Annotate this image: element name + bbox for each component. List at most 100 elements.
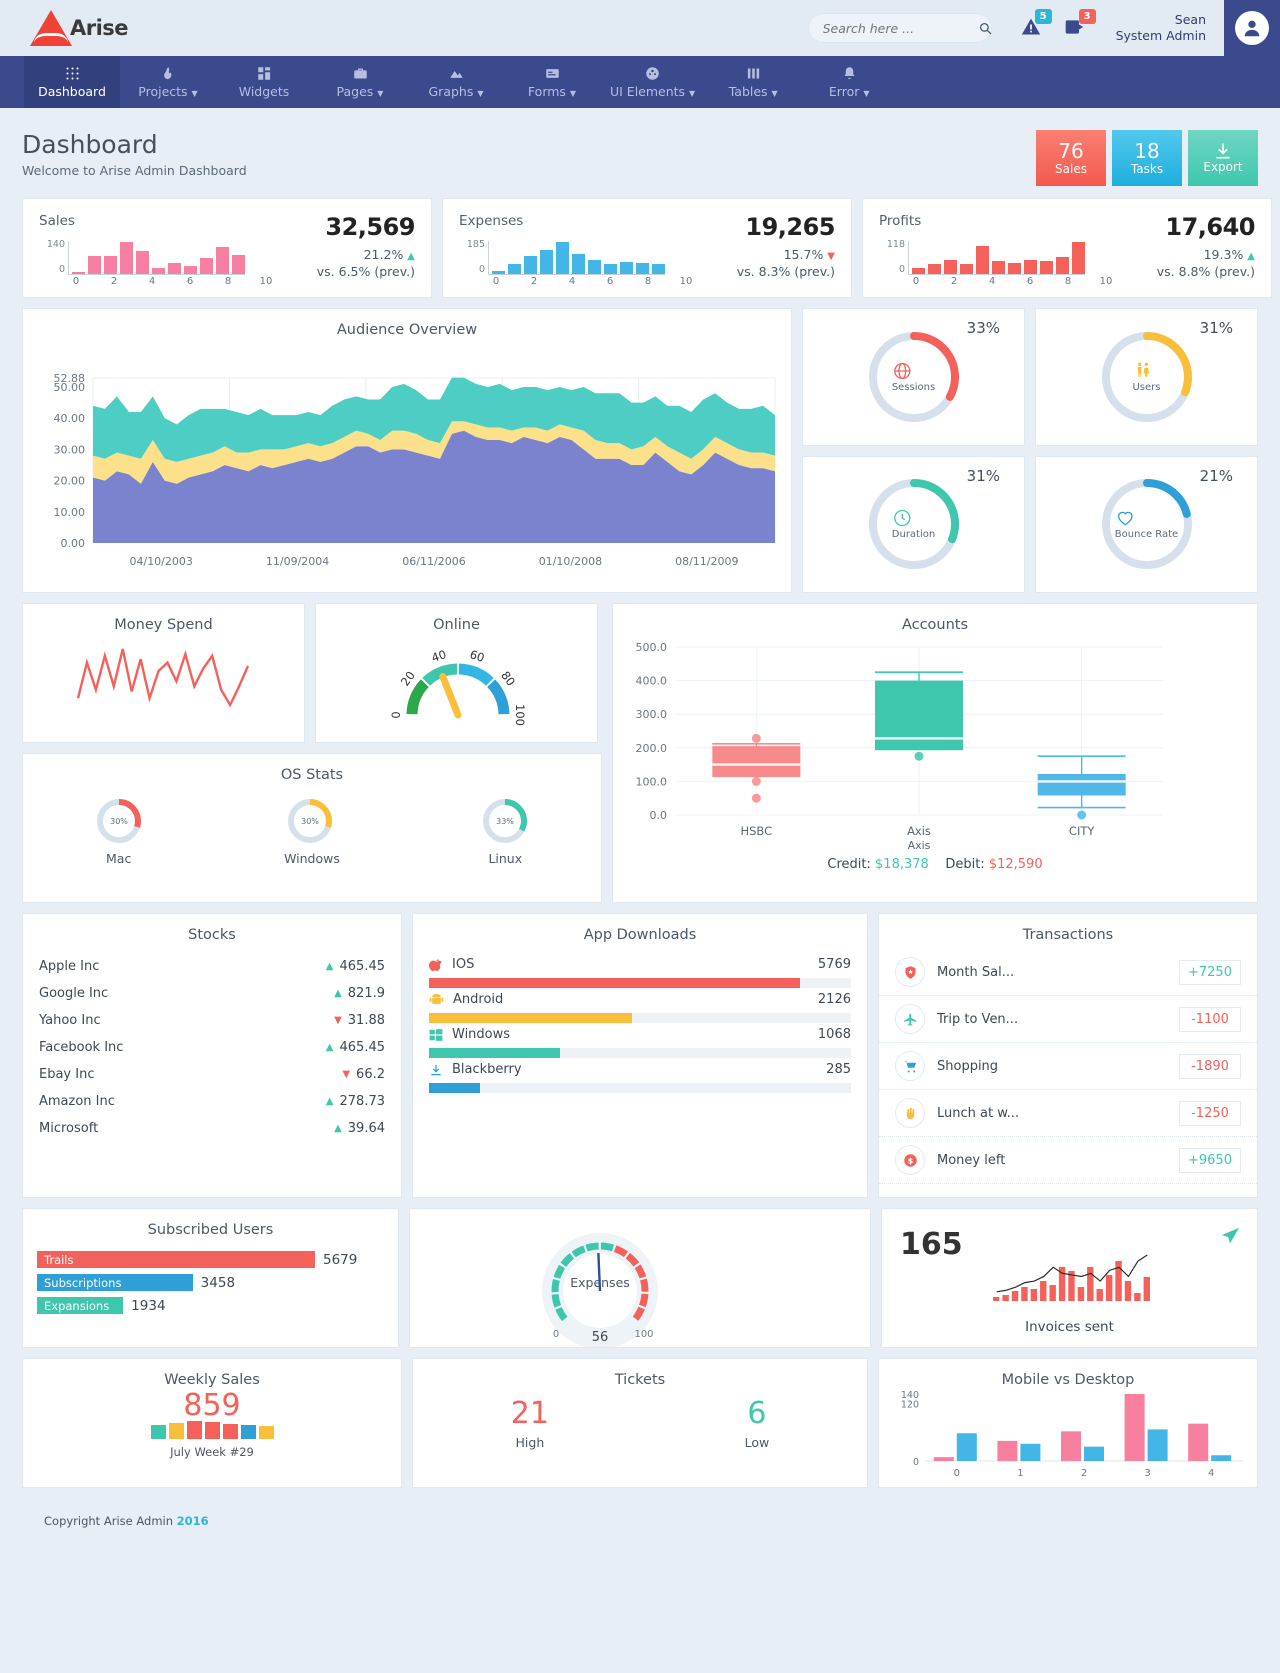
app-name: IOS xyxy=(452,957,475,972)
transaction-row: Shopping -1890 xyxy=(879,1043,1257,1090)
kpi-card-expenses: Expenses 185 0 0 2 4 6 8 10 19,265 15.7% ▼ vs. 8.3%… xyxy=(442,198,852,298)
kpi-x-axis: 0 2 4 6 8 10 xyxy=(72,276,273,287)
nav-item-dashboard[interactable]: Dashboard xyxy=(24,56,120,108)
donut-label: Sessions xyxy=(891,381,936,393)
send-icon[interactable] xyxy=(1219,1225,1241,1247)
svg-text:11/09/2004: 11/09/2004 xyxy=(266,555,329,568)
svg-text:$: $ xyxy=(907,1155,913,1165)
weekly-sales-value: 859 xyxy=(183,1388,241,1423)
search-input[interactable] xyxy=(820,19,979,37)
nav-item-projects[interactable]: Projects ▼ xyxy=(120,56,216,108)
page-title: Dashboard xyxy=(22,130,158,159)
stock-row: Facebook Inc ▲ 465.45 xyxy=(23,1034,401,1061)
nav-item-widgets[interactable]: Widgets xyxy=(216,56,312,108)
nav-item-forms[interactable]: Forms ▼ xyxy=(504,56,600,108)
nav-item-label: Dashboard xyxy=(38,83,106,99)
nav-item-tables[interactable]: Tables ▼ xyxy=(705,56,801,108)
search-icon[interactable] xyxy=(979,22,992,35)
app-download-bar xyxy=(429,1048,851,1058)
nav-item-label: Graphs ▼ xyxy=(428,83,484,99)
audience-and-metrics-row: Audience Overview 52.88 50.00 40.00 30.00 20… xyxy=(22,308,1258,593)
donut-label: Bounce Rate xyxy=(1114,529,1179,541)
nav-item-graphs[interactable]: Graphs ▼ xyxy=(408,56,504,108)
audience-overview-chart: 52.88 50.00 40.00 30.00 20.00 10.00 0.00 04/10/… xyxy=(23,338,791,588)
stock-name: Microsoft xyxy=(39,1121,99,1136)
stock-row: Microsoft ▲ 39.64 xyxy=(23,1115,401,1142)
transaction-name: Trip to Ven... xyxy=(937,1011,1019,1027)
app-download-count: 5769 xyxy=(817,957,851,972)
weekly-sales-bar xyxy=(204,1422,220,1439)
expenses-gauge-card: Expenses010056 xyxy=(409,1208,871,1348)
subscribed-bar: Subscriptions xyxy=(37,1274,193,1291)
sales-stat-value: 76 xyxy=(1058,138,1084,163)
chevron-down-icon: ▼ xyxy=(863,88,870,98)
os-stat-label: Mac xyxy=(106,851,132,866)
stock-row: Yahoo Inc ▼ 31.88 xyxy=(23,1007,401,1034)
kpi-value: 17,640 xyxy=(1165,213,1255,241)
tasks-stat-button[interactable]: 18 Tasks xyxy=(1112,130,1182,186)
footer: Copyright Arise Admin 2016 xyxy=(22,1498,1258,1544)
brand-name: Arise xyxy=(70,16,129,40)
donut-card-users: 31% Users xyxy=(1035,308,1258,446)
subscribed-row: Subscriptions 3458 xyxy=(23,1271,398,1294)
messages-button[interactable]: 3 xyxy=(1064,9,1096,39)
stock-row: Amazon Inc ▲ 278.73 xyxy=(23,1088,401,1115)
subscribed-bar: Trails xyxy=(37,1251,315,1268)
search-box[interactable] xyxy=(807,13,992,43)
bell-icon xyxy=(842,66,857,81)
sales-stat-label: Sales xyxy=(1055,161,1087,176)
nav-item-error[interactable]: Error ▼ xyxy=(801,56,897,108)
stock-value: 39.64 xyxy=(347,1121,385,1136)
android-icon xyxy=(429,992,444,1007)
mobile-vs-desktop-chart: 140 120 0 0 1 2 3 4 xyxy=(879,1388,1257,1483)
transaction-name: Month Sal... xyxy=(937,964,1015,980)
subscribed-row: Expansions 1934 xyxy=(23,1294,398,1317)
svg-text:50.00: 50.00 xyxy=(54,381,86,394)
chevron-down-icon: ▼ xyxy=(689,88,696,98)
mobile-vs-desktop-title: Mobile vs Desktop xyxy=(1001,1372,1135,1388)
donut-percent: 21% xyxy=(1199,466,1233,485)
weekly-sales-title: Weekly Sales xyxy=(164,1372,260,1388)
nav-item-ui-elements[interactable]: UI Elements ▼ xyxy=(600,56,705,108)
accounts-title: Accounts xyxy=(901,617,969,633)
user-name: Sean xyxy=(1174,12,1206,28)
svg-text:400.0: 400.0 xyxy=(636,675,668,688)
widgets-icon xyxy=(257,66,272,81)
app-name: Blackberry xyxy=(452,1062,522,1077)
grid-icon xyxy=(65,66,80,81)
alerts-button[interactable]: 5 xyxy=(1020,9,1052,39)
nav-item-pages[interactable]: Pages ▼ xyxy=(312,56,408,108)
stock-name: Apple Inc xyxy=(39,959,100,974)
avatar-icon xyxy=(1235,11,1269,45)
svg-text:40: 40 xyxy=(430,647,448,665)
svg-text:500.0: 500.0 xyxy=(636,641,668,654)
chevron-down-icon: ▼ xyxy=(377,88,384,98)
triangle-down-icon: ▼ xyxy=(827,251,835,262)
donut-card-sessions: 33% Sessions xyxy=(802,308,1025,446)
tasks-stat-label: Tasks xyxy=(1130,161,1164,176)
os-stat-windows: 30% Windows xyxy=(284,795,340,866)
expenses-gauge-chart: Expenses010056 xyxy=(410,1209,870,1347)
subscribed-bar: Expansions xyxy=(37,1297,124,1314)
accounts-summary: Credit: $18,378 Debit: $12,590 xyxy=(613,857,1257,872)
transactions-title: Transactions xyxy=(1022,927,1114,943)
heart-icon xyxy=(1115,508,1178,528)
nav-item-label: UI Elements ▼ xyxy=(610,83,696,99)
sales-stat-button[interactable]: 76 Sales xyxy=(1036,130,1106,186)
app-download-bar xyxy=(429,1083,851,1093)
user-info[interactable]: Sean System Admin xyxy=(1116,12,1206,43)
svg-text:300.0: 300.0 xyxy=(636,708,668,721)
brand-logo[interactable]: Arise xyxy=(0,10,300,46)
export-button[interactable]: Export xyxy=(1188,130,1258,186)
kpi-label: Expenses xyxy=(459,213,524,229)
chevron-down-icon: ▼ xyxy=(569,88,577,98)
svg-text:06/11/2006: 06/11/2006 xyxy=(402,555,465,568)
kpi-x-axis: 0 2 4 6 8 10 xyxy=(912,276,1113,287)
credit-value: $18,378 xyxy=(875,857,929,872)
os-stat-linux: 33% Linux xyxy=(479,795,531,866)
svg-text:56: 56 xyxy=(592,1330,609,1345)
subscribed-row: Trails 5679 xyxy=(23,1248,398,1271)
avatar[interactable] xyxy=(1224,0,1280,56)
svg-text:100: 100 xyxy=(634,1329,653,1340)
svg-text:0: 0 xyxy=(389,711,403,718)
